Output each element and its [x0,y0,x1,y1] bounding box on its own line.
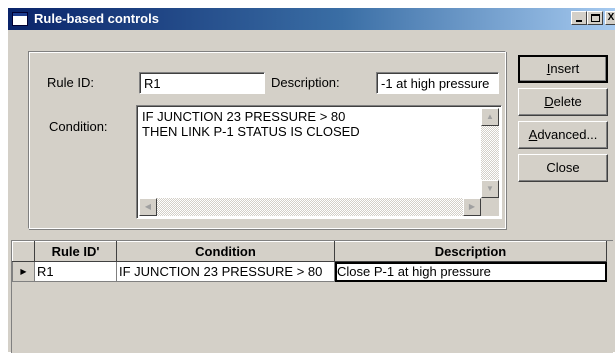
app-window-icon [12,12,28,26]
window-title: Rule-based controls [34,11,159,26]
scroll-left-icon[interactable]: ◀ [139,198,157,216]
scroll-up-icon[interactable]: ▲ [481,108,499,126]
grid-header-row: Rule ID' Condition Description [12,241,607,262]
delete-button[interactable]: Delete [518,88,608,116]
delete-label: elete [553,94,582,109]
rules-grid[interactable]: Rule ID' Condition Description ▶ R1 IF J… [11,240,613,353]
column-header-condition[interactable]: Condition [116,241,335,262]
rule-based-controls-window: Rule-based controls X Rule ID: R1 Descri… [7,7,615,353]
maximize-icon [591,14,600,22]
condition-text: IF JUNCTION 23 PRESSURE > 80 THEN LINK P… [142,109,360,139]
close-window-button[interactable]: X [605,11,615,25]
title-bar[interactable]: Rule-based controls X [8,8,615,30]
table-row[interactable]: ▶ R1 IF JUNCTION 23 PRESSURE > 80 Close … [12,261,607,282]
minimize-icon [576,20,582,22]
row-indicator-header [12,241,35,262]
column-header-rule-id[interactable]: Rule ID' [34,241,117,262]
rule-id-input[interactable]: R1 [139,72,265,94]
condition-vertical-scrollbar[interactable]: ▲ ▼ [481,108,499,198]
cell-rule-id[interactable]: R1 [34,261,117,282]
scroll-down-icon[interactable]: ▼ [481,180,499,198]
delete-mnemonic: D [544,94,554,109]
condition-textarea[interactable]: IF JUNCTION 23 PRESSURE > 80 THEN LINK P… [136,105,502,219]
condition-label: Condition: [49,119,108,134]
rules-table: Rule ID' Condition Description ▶ R1 IF J… [12,241,607,282]
insert-label: nsert [550,61,580,76]
column-header-description[interactable]: Description [334,241,607,262]
close-button[interactable]: Close [518,154,608,182]
description-input[interactable]: -1 at high pressure [376,72,499,94]
advanced-button[interactable]: Advanced... [518,121,608,149]
minimize-button[interactable] [571,11,587,25]
description-label: Description: [271,75,340,90]
advanced-label: dvanced... [537,127,598,142]
insert-button[interactable]: Insert [518,55,608,83]
scroll-right-icon[interactable]: ▶ [463,198,481,216]
condition-horizontal-scrollbar[interactable]: ◀ ▶ [139,198,481,216]
rule-id-label: Rule ID: [47,75,94,90]
current-row-indicator-icon: ▶ [12,261,35,282]
scrollbar-corner [481,198,499,216]
maximize-button[interactable] [587,11,603,25]
cell-description[interactable]: Close P-1 at high pressure [334,261,607,282]
cell-condition[interactable]: IF JUNCTION 23 PRESSURE > 80 [116,261,335,282]
